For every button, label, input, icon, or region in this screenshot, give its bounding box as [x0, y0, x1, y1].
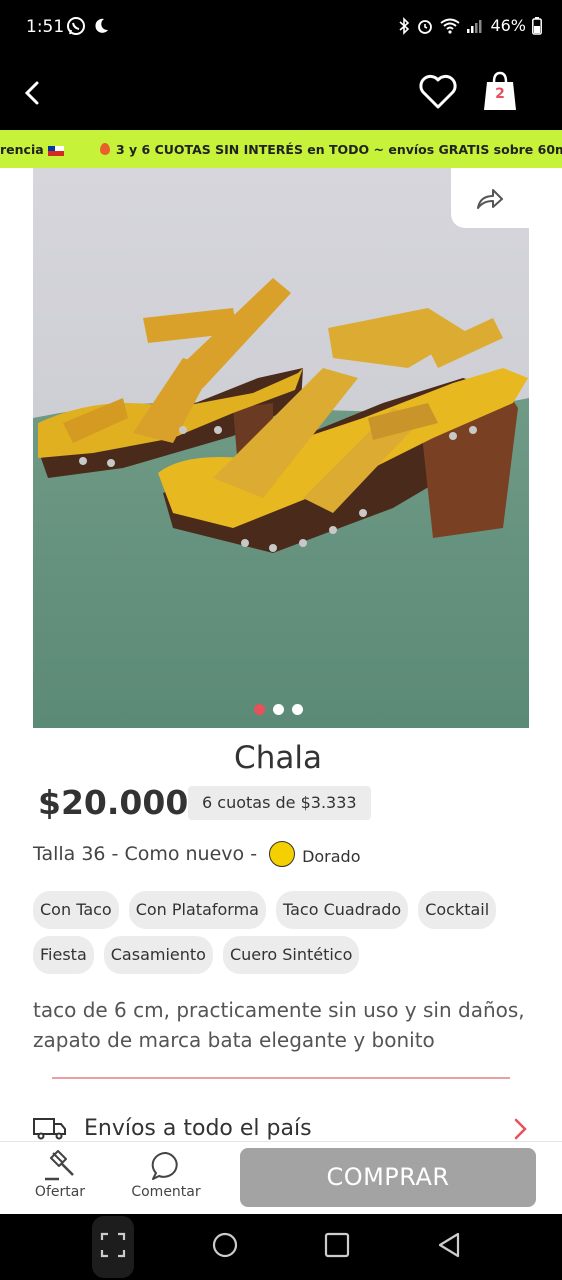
offer-label: Ofertar: [34, 1184, 86, 1200]
back-triangle-icon[interactable]: [436, 1232, 462, 1258]
tag-chip[interactable]: Fiesta: [33, 936, 94, 974]
promo-banner: rencia 3 y 6 CUOTAS SIN INTERÉS en TODO …: [0, 130, 562, 168]
favorite-heart-icon[interactable]: [418, 74, 458, 110]
bluetooth-icon: [399, 16, 410, 35]
share-icon: [477, 189, 503, 209]
gavel-icon: [45, 1150, 74, 1181]
truck-icon: [33, 1118, 66, 1140]
product-title: Chala: [234, 740, 322, 776]
promo-main-text: 3 y 6 CUOTAS SIN INTERÉS en TODO ~ envío…: [116, 142, 562, 157]
installments-badge: 6 cuotas de $3.333: [188, 786, 371, 820]
tag-list-row-1: Con Taco Con Plataforma Taco Cuadrado Co…: [33, 891, 533, 929]
image-dot-2[interactable]: [273, 704, 284, 715]
tag-chip[interactable]: Cocktail: [418, 891, 497, 929]
home-icon[interactable]: [212, 1232, 238, 1258]
product-meta: Talla 36 - Como nuevo - Dorado: [33, 841, 361, 867]
bottom-action-bar: Ofertar Comentar COMPRAR: [0, 1141, 562, 1214]
status-time: 1:51: [26, 17, 65, 37]
shipping-label: Envíos a todo el país: [84, 1116, 312, 1141]
back-arrow-icon[interactable]: [18, 78, 48, 108]
chile-flag-icon: [47, 145, 64, 156]
recents-icon[interactable]: [324, 1232, 350, 1258]
signal-icon: [467, 19, 482, 33]
product-image[interactable]: [33, 168, 529, 728]
size-condition: Talla 36 - Como nuevo -: [33, 843, 258, 865]
tag-list-row-2: Fiesta Casamiento Cuero Sintético: [33, 936, 533, 974]
image-pagination-dots: [254, 704, 303, 715]
tag-chip[interactable]: Con Taco: [33, 891, 119, 929]
alarm-icon: [418, 19, 433, 34]
battery-icon: [532, 16, 542, 35]
comment-label: Comentar: [131, 1184, 201, 1200]
whatsapp-icon: [67, 17, 85, 35]
product-price: $20.000: [38, 783, 189, 822]
comment-bubble-icon: [151, 1151, 178, 1180]
share-button[interactable]: [451, 168, 529, 228]
sandals-photo: [33, 168, 529, 728]
product-description: taco de 6 cm, practicamente sin uso y si…: [33, 998, 525, 1052]
image-dot-1[interactable]: [254, 704, 265, 715]
tag-chip[interactable]: Cuero Sintético: [222, 936, 360, 974]
status-bar: 1:51 46%: [0, 0, 562, 56]
divider: [52, 1077, 510, 1079]
screenshot-frame-icon[interactable]: [100, 1232, 126, 1258]
comment-button[interactable]: Comentar: [130, 1150, 202, 1200]
cart-count-badge: 2: [495, 86, 505, 102]
fire-icon: [100, 143, 110, 155]
moon-icon: [95, 18, 108, 33]
chevron-right-icon: [514, 1118, 527, 1140]
color-name: Dorado: [302, 846, 361, 866]
battery-percent: 46%: [490, 16, 526, 35]
offer-button[interactable]: Ofertar: [33, 1150, 87, 1200]
app-header: 2: [0, 56, 562, 130]
color-swatch: [269, 841, 296, 867]
tag-chip[interactable]: Taco Cuadrado: [275, 891, 409, 929]
shipping-row[interactable]: Envíos a todo el país: [33, 1112, 533, 1142]
wifi-icon: [440, 18, 461, 34]
image-dot-3[interactable]: [292, 704, 303, 715]
tag-chip[interactable]: Casamiento: [103, 936, 213, 974]
tag-chip[interactable]: Con Plataforma: [128, 891, 266, 929]
buy-button[interactable]: COMPRAR: [240, 1148, 536, 1207]
promo-left-text: rencia: [0, 142, 44, 157]
system-nav-bar: [0, 1214, 562, 1280]
